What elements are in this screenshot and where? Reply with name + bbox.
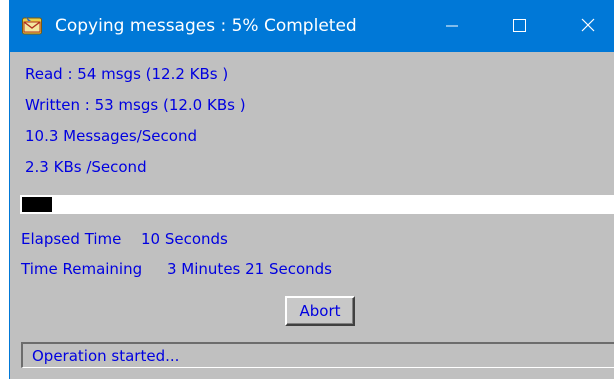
abort-button[interactable]: Abort (285, 296, 355, 326)
mail-envelope-icon (22, 16, 42, 36)
elapsed-time-value: 10 Seconds (141, 230, 228, 248)
maximize-icon[interactable] (505, 12, 533, 40)
read-stats: Read : 54 msgs (12.2 KBs ) (25, 65, 229, 83)
progress-fill (22, 197, 52, 212)
minimize-icon[interactable] (438, 12, 466, 40)
elapsed-time-label: Elapsed Time (21, 230, 122, 248)
written-stats: Written : 53 msgs (12.0 KBs ) (25, 96, 246, 114)
title-bar[interactable]: Copying messages : 5% Completed (10, 0, 614, 52)
status-text: Operation started... (32, 347, 180, 365)
window-title: Copying messages : 5% Completed (55, 16, 357, 36)
time-remaining-label: Time Remaining (21, 260, 143, 278)
kbs-per-second: 2.3 KBs /Second (25, 158, 147, 176)
close-icon[interactable] (574, 12, 602, 40)
status-bar: Operation started... (21, 342, 614, 368)
copy-progress-dialog: Copying messages : 5% Completed Read : 5… (9, 0, 614, 379)
time-remaining-value: 3 Minutes 21 Seconds (167, 260, 332, 278)
messages-per-second: 10.3 Messages/Second (25, 127, 197, 145)
progress-bar (20, 195, 614, 214)
